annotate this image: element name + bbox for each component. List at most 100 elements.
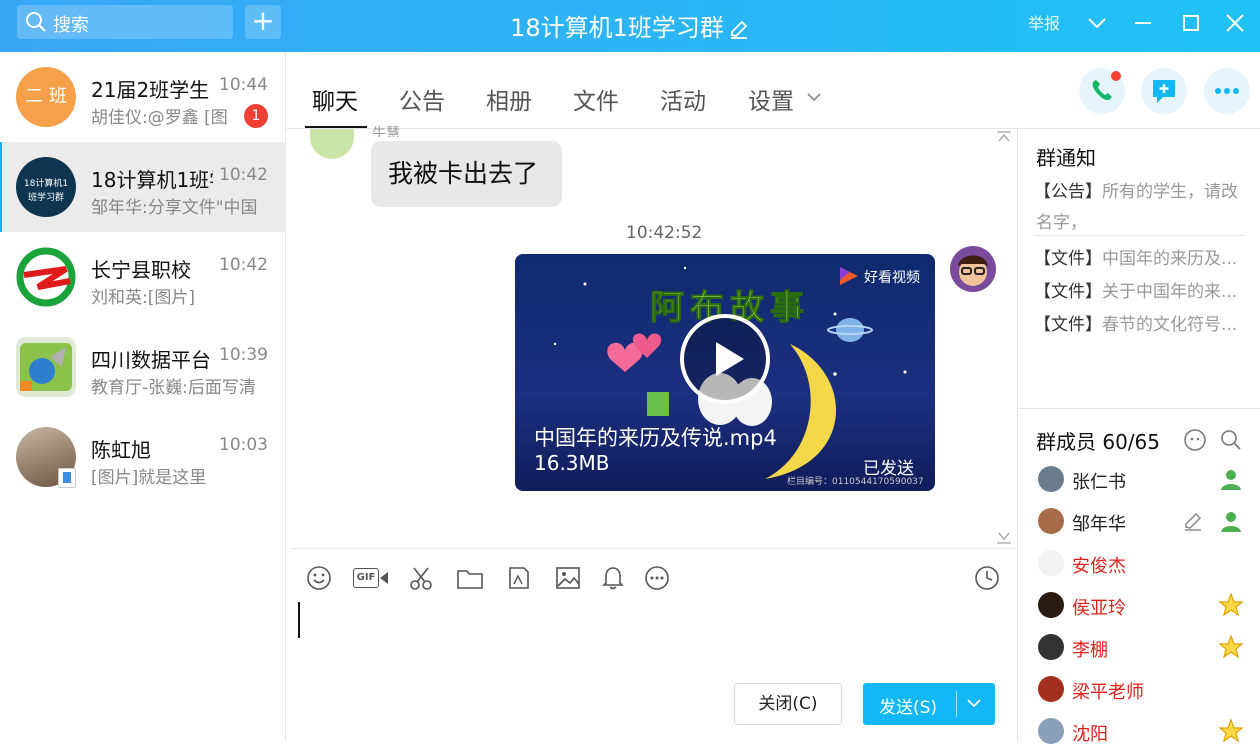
conversation-time: 10:39 — [219, 345, 268, 365]
image-icon[interactable] — [555, 565, 581, 591]
member-row[interactable]: 邹年华 — [1036, 504, 1260, 538]
play-button[interactable] — [680, 314, 770, 404]
tab-chat[interactable]: 聊天 — [312, 82, 358, 116]
members-avatar-icon[interactable] — [1183, 428, 1207, 452]
report-link[interactable]: 举报 — [1028, 10, 1060, 34]
mobile-status-icon — [58, 468, 76, 488]
more-button[interactable] — [1204, 68, 1250, 114]
member-avatar — [1038, 592, 1064, 618]
member-name: 梁平老师 — [1072, 682, 1144, 703]
member-row[interactable]: 李棚 — [1036, 630, 1260, 664]
edit-icon[interactable] — [1182, 510, 1204, 532]
maximize-icon[interactable] — [1178, 10, 1204, 36]
conversation-time: 10:44 — [219, 75, 268, 95]
search-icon[interactable] — [1220, 429, 1242, 451]
close-icon[interactable] — [1222, 10, 1248, 36]
member-name: 邹年华 — [1072, 514, 1126, 535]
notice-file[interactable]: 【文件】春节的文化符号... — [1034, 310, 1237, 335]
collapse-up-icon[interactable] — [996, 131, 1012, 143]
notice-file[interactable]: 【文件】中国年的来历及... — [1034, 244, 1237, 269]
conversation-time: 10:03 — [219, 435, 268, 455]
emoji-icon[interactable] — [306, 565, 332, 591]
tab-settings[interactable]: 设置 — [748, 82, 794, 116]
call-button[interactable] — [1079, 68, 1125, 114]
conversation-item[interactable]: 长宁县职校 10:42 刘和英:[图片] — [0, 232, 286, 322]
conversation-item[interactable]: 四川数据平台 10:39 教育厅-张巍:后面写清 — [0, 322, 286, 412]
notice-announcement-cont: 名字， — [1036, 213, 1087, 233]
send-divider — [956, 691, 957, 717]
tab-files[interactable]: 文件 — [573, 82, 619, 116]
members-title: 群成员 60/65 — [1036, 430, 1160, 454]
member-name: 张仁书 — [1072, 472, 1126, 493]
member-row[interactable]: 安俊杰 — [1036, 546, 1260, 580]
conversation-name: 陈虹旭 — [91, 438, 151, 462]
more-icon — [1215, 88, 1239, 94]
folder-icon[interactable] — [456, 565, 484, 591]
video-code: 栏目编号：0110544170590037 — [787, 477, 924, 487]
video-message-card[interactable]: 阿布故事 好看视频 中国年的来历及传说.mp4 16.3MB 已发送 栏目编号：… — [515, 254, 935, 491]
search-placeholder: 搜索 — [53, 15, 89, 36]
member-avatar — [1038, 466, 1064, 492]
member-avatar — [1038, 550, 1064, 576]
conversation-name: 18计算机1班学习群 — [91, 168, 213, 192]
gif-icon[interactable]: GIF — [353, 566, 389, 590]
avatar — [16, 247, 76, 307]
notice-file[interactable]: 【文件】关于中国年的来... — [1034, 277, 1237, 302]
close-button[interactable]: 关闭(C) — [734, 683, 842, 725]
tab-announcements[interactable]: 公告 — [399, 82, 445, 116]
conversation-name: 四川数据平台 — [91, 348, 211, 372]
group-title-text: 18计算机1班学习群 — [510, 14, 724, 42]
chevron-down-icon[interactable] — [1084, 10, 1110, 36]
message-bubble[interactable]: 我被卡出去了 — [371, 141, 562, 207]
avatar — [16, 337, 76, 397]
collapse-down-icon[interactable] — [996, 532, 1012, 544]
member-name: 安俊杰 — [1072, 556, 1126, 577]
conversation-preview: [图片]就是这里 — [91, 468, 207, 488]
notice-announcement[interactable]: 【公告】所有的学生，请改 — [1034, 177, 1238, 202]
cartoon-avatar-icon — [958, 255, 988, 286]
member-avatar — [1038, 634, 1064, 660]
title-bar: 搜索 + 18计算机1班学习群 举报 — [0, 0, 1260, 52]
search-box[interactable]: 搜索 — [17, 5, 233, 39]
notice-divider — [1034, 235, 1244, 236]
message-button[interactable] — [1141, 68, 1187, 114]
bell-icon[interactable] — [600, 565, 626, 591]
message-timestamp: 10:42:52 — [626, 223, 703, 243]
more-tools-icon[interactable] — [644, 565, 670, 591]
conversation-item[interactable]: 二 班 21届2班学生 10:44 胡佳仪:@罗鑫 [图 1 — [0, 52, 286, 142]
conversation-list: 二 班 21届2班学生 10:44 胡佳仪:@罗鑫 [图 1 18计算机1班学习… — [0, 52, 286, 741]
message-input[interactable] — [300, 598, 1000, 676]
chevron-down-icon[interactable] — [966, 697, 982, 709]
conversation-name: 21届2班学生 — [91, 78, 210, 102]
chevron-down-icon[interactable] — [807, 92, 821, 102]
member-row[interactable]: 张仁书 — [1036, 462, 1260, 496]
my-avatar[interactable] — [950, 246, 996, 292]
minimize-icon[interactable] — [1130, 10, 1156, 36]
send-button[interactable]: 发送(S) — [863, 683, 995, 725]
history-clock-icon[interactable] — [974, 565, 1000, 591]
conversation-time: 10:42 — [219, 165, 268, 185]
member-row[interactable]: 梁平老师 — [1036, 672, 1260, 706]
phone-icon — [1092, 71, 1121, 101]
screenshot-doc-icon[interactable] — [506, 565, 532, 591]
conversation-item[interactable]: 18计算机1班学习群 18计算机1班学习群 10:42 邹年华:分享文件"中国 — [0, 142, 286, 232]
tab-album[interactable]: 相册 — [486, 82, 532, 116]
sender-name: 牛慧 — [372, 126, 400, 137]
member-row[interactable]: 沈阳 — [1036, 714, 1260, 748]
conversation-preview: 刘和英:[图片] — [91, 288, 195, 308]
conversation-preview: 教育厅-张巍:后面写清 — [91, 378, 256, 398]
edit-icon[interactable] — [728, 18, 750, 40]
video-size: 16.3MB — [534, 451, 610, 475]
user-icon — [1221, 470, 1241, 490]
star-icon — [1218, 718, 1244, 743]
conversation-name: 长宁县职校 — [91, 258, 191, 282]
add-button[interactable]: + — [245, 5, 281, 39]
conversation-item[interactable]: 陈虹旭 10:03 [图片]就是这里 — [0, 412, 286, 502]
tab-activities[interactable]: 活动 — [660, 82, 706, 116]
conversation-preview: 胡佳仪:@罗鑫 [图 — [91, 108, 228, 128]
scissors-icon[interactable] — [408, 565, 434, 591]
send-button-label: 发送(S) — [879, 698, 938, 718]
star-icon — [1218, 592, 1244, 617]
group-notice-panel — [1017, 129, 1260, 409]
member-row[interactable]: 侯亚玲 — [1036, 588, 1260, 622]
